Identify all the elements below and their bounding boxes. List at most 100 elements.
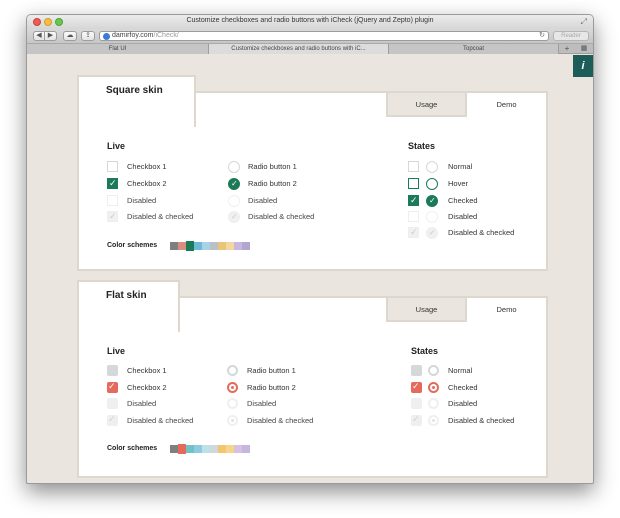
square-color-swatches — [170, 241, 250, 251]
tab-topcoat[interactable]: Topcoat — [389, 44, 559, 54]
radio-circle: ✓ — [426, 195, 438, 207]
page-content: i Square skin Usage Demo Live States Che… — [27, 55, 593, 483]
radio-circle[interactable] — [228, 161, 240, 173]
check-icon: ✓ — [231, 179, 238, 188]
square-skin-title: Square skin — [77, 75, 196, 127]
back-button[interactable]: ◀ — [33, 31, 45, 41]
color-swatch[interactable] — [234, 445, 242, 453]
radio-circle — [227, 398, 238, 409]
radio-circle[interactable] — [227, 382, 238, 393]
checkbox-box: ✓ — [411, 414, 422, 426]
color-swatch[interactable] — [186, 241, 194, 251]
radio-circle[interactable]: ✓ — [228, 178, 240, 190]
flat-color-swatches — [170, 444, 250, 454]
square-demo-tab[interactable]: Demo — [467, 91, 548, 117]
check-icon: ✓ — [108, 381, 116, 391]
tab-icheck[interactable]: Customize checkboxes and radio buttons w… — [209, 44, 389, 54]
flat-color-schemes-label: Color schemes — [107, 445, 158, 452]
color-swatch[interactable] — [194, 242, 202, 250]
color-swatch[interactable] — [170, 445, 178, 453]
color-swatch[interactable] — [194, 445, 202, 453]
checkbox-box: ✓ — [411, 381, 422, 393]
checkbox-box[interactable]: ✓ — [107, 178, 118, 189]
radio-circle — [426, 178, 438, 190]
check-icon: ✓ — [109, 211, 117, 221]
checkbox-label: Checkbox 1 — [127, 162, 167, 171]
checkbox-box — [107, 195, 118, 206]
color-swatch[interactable] — [226, 242, 234, 250]
reload-icon[interactable]: ↻ — [539, 32, 545, 40]
state-label: Disabled & checked — [448, 228, 515, 237]
icloud-tabs-icon[interactable]: ☁ — [63, 31, 77, 41]
color-swatch[interactable] — [210, 445, 218, 453]
checkbox-label: Checkbox 2 — [127, 179, 167, 188]
color-swatch[interactable] — [234, 242, 242, 250]
checkbox-box[interactable]: ✓ — [107, 381, 118, 393]
color-swatch[interactable] — [242, 242, 250, 250]
address-bar[interactable]: damirfoy.com/iCheck/ ↻ — [99, 31, 549, 41]
radio-circle: ✓ — [228, 211, 240, 223]
color-swatch[interactable] — [218, 445, 226, 453]
color-swatch[interactable] — [186, 445, 194, 453]
checkbox-label: Checkbox 2 — [127, 383, 167, 392]
fullscreen-icon[interactable]: ⤢ — [581, 17, 587, 27]
checkbox-box[interactable] — [107, 161, 118, 172]
checkbox-box — [411, 365, 422, 376]
checkbox-box — [107, 398, 118, 409]
radio-circle — [426, 211, 438, 223]
square-color-schemes-label: Color schemes — [107, 242, 158, 249]
radio-circle — [428, 415, 439, 426]
checkbox-box[interactable] — [107, 365, 118, 376]
radio-label: Disabled — [247, 399, 277, 408]
globe-icon — [103, 33, 110, 40]
color-swatch[interactable] — [210, 242, 218, 250]
check-icon: ✓ — [429, 228, 436, 237]
square-states-heading: States — [408, 141, 436, 151]
new-tab-button[interactable]: + — [561, 44, 573, 54]
radio-circle — [428, 365, 439, 376]
checkbox-box — [408, 178, 419, 189]
square-usage-tab[interactable]: Usage — [386, 91, 467, 117]
flat-skin-title: Flat skin — [77, 280, 180, 332]
state-label: Normal — [448, 366, 473, 375]
color-swatch[interactable] — [218, 242, 226, 250]
state-label: Checked — [448, 196, 478, 205]
check-icon: ✓ — [412, 381, 420, 391]
browser-window: Customize checkboxes and radio buttons w… — [26, 14, 594, 484]
flat-demo-tab[interactable]: Demo — [467, 296, 548, 322]
radio-circle[interactable] — [227, 365, 238, 376]
checkbox-box — [408, 161, 419, 172]
checkbox-box: ✓ — [107, 211, 118, 222]
checkbox-label: Checkbox 1 — [127, 366, 167, 375]
radio-label: Disabled & checked — [248, 212, 315, 221]
checkbox-box: ✓ — [408, 227, 419, 238]
reader-button[interactable]: Reader — [553, 31, 589, 41]
radio-label: Radio button 1 — [247, 366, 296, 375]
square-skin-panel: Square skin Usage Demo Live States Check… — [77, 75, 548, 271]
state-label: Checked — [448, 383, 478, 392]
state-label: Normal — [448, 162, 473, 171]
radio-label: Radio button 1 — [248, 162, 297, 171]
color-swatch[interactable] — [226, 445, 234, 453]
flat-usage-tab[interactable]: Usage — [386, 296, 467, 322]
checkbox-box — [411, 398, 422, 409]
tab-flat-ui[interactable]: Flat UI — [27, 44, 209, 54]
color-swatch[interactable] — [170, 242, 178, 250]
check-icon: ✓ — [410, 227, 418, 237]
radio-circle — [428, 382, 439, 393]
address-host: damirfoy.com — [112, 32, 154, 39]
color-swatch[interactable] — [178, 444, 186, 454]
tab-overview-icon[interactable]: ▦ — [577, 44, 591, 54]
icheck-logo-icon[interactable]: i — [573, 55, 593, 77]
color-swatch[interactable] — [178, 242, 186, 250]
color-swatch[interactable] — [242, 445, 250, 453]
window-title: Customize checkboxes and radio buttons w… — [186, 17, 434, 24]
radio-circle — [426, 161, 438, 173]
checkbox-box: ✓ — [408, 195, 419, 206]
share-icon[interactable]: ⇪ — [81, 31, 95, 41]
color-swatch[interactable] — [202, 242, 210, 250]
color-swatch[interactable] — [202, 445, 210, 453]
forward-button[interactable]: ▶ — [45, 31, 57, 41]
flat-states-heading: States — [411, 346, 439, 356]
check-icon: ✓ — [410, 195, 418, 205]
